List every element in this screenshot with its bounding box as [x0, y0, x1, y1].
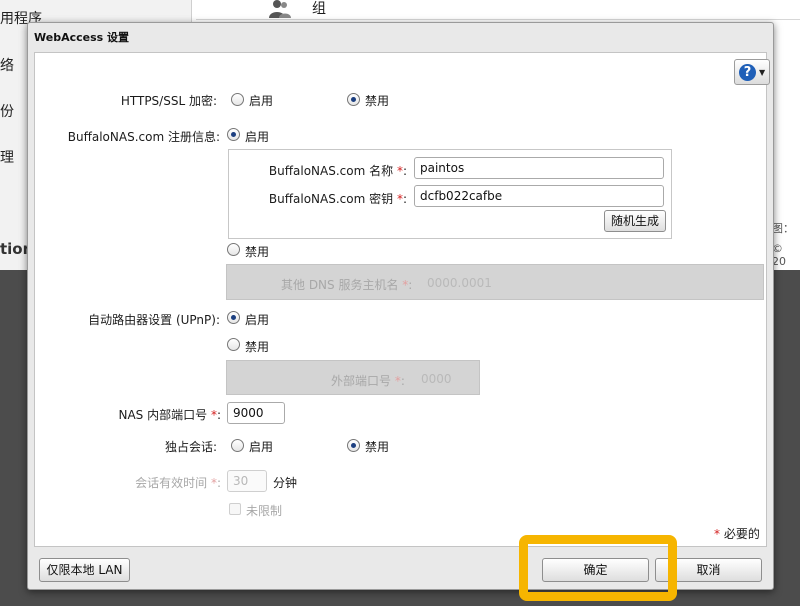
dialog-title: WebAccess 设置 [34, 31, 130, 44]
buffalonas-label: BuffaloNAS.com 注册信息: [67, 130, 220, 144]
chevron-down-icon: ▼ [759, 68, 766, 77]
required-note: * 必要的 [714, 527, 760, 541]
external-port-panel: 外部端口号 *: 0000 [226, 360, 480, 395]
background-group-label: 组 [312, 1, 326, 17]
session-timeout-unit: 分钟 [273, 476, 298, 490]
nas-port-label: NAS 内部端口号 *: [118, 408, 222, 422]
dns-host-input[interactable]: 0000.0001 [427, 276, 492, 290]
session-timeout-input[interactable]: 30 [227, 470, 267, 492]
exclusive-session-enable-radio[interactable] [231, 439, 244, 452]
dns-host-panel: 其他 DNS 服务主机名 *: 0000.0001 [226, 264, 764, 300]
background-right-text: © 20 [772, 242, 786, 268]
random-generate-button[interactable]: 随机生成 [604, 210, 666, 232]
background-sidebar-item: 份 [0, 104, 14, 120]
background-sidebar-item: 理 [0, 150, 14, 166]
https-label: HTTPS/SSL 加密: [120, 94, 217, 108]
buffalonas-settings-panel: BuffaloNAS.com 名称 *: paintos BuffaloNAS.… [228, 149, 672, 239]
exclusive-session-disable-radio[interactable] [347, 439, 360, 452]
session-timeout-label: 会话有效时间 *: [135, 476, 221, 490]
upnp-enable-label: 启用 [245, 313, 270, 327]
help-button[interactable]: ? ▼ [734, 59, 770, 85]
buffalonas-disable-label: 禁用 [245, 245, 270, 259]
cancel-button[interactable]: 取消 [655, 558, 762, 582]
upnp-disable-radio[interactable] [227, 338, 240, 351]
dns-host-label: 其他 DNS 服务主机名 *: [281, 278, 413, 292]
buffalonas-key-label: BuffaloNAS.com 密钥 *: [268, 192, 407, 206]
dialog-body: ? ▼ HTTPS/SSL 加密: 启用 禁用 BuffaloNAS.com 注… [34, 52, 770, 547]
unlimited-label: 未限制 [246, 504, 283, 518]
external-port-input[interactable]: 0000 [421, 372, 452, 386]
exclusive-session-label: 独占会话: [164, 440, 217, 454]
buffalonas-name-input[interactable]: paintos [414, 157, 664, 179]
group-icon [269, 0, 291, 18]
ok-button[interactable]: 确定 [542, 558, 649, 582]
https-disable-radio[interactable] [347, 93, 360, 106]
webaccess-dialog: WebAccess 设置 ? ▼ HTTPS/SSL 加密: 启用 禁用 Buf… [27, 22, 774, 590]
background-right-text: 图： [772, 222, 794, 235]
https-enable-radio[interactable] [231, 93, 244, 106]
exclusive-session-enable-label: 启用 [249, 440, 274, 454]
nas-port-input[interactable]: 9000 [227, 402, 285, 424]
buffalonas-disable-radio[interactable] [227, 243, 240, 256]
buffalonas-enable-label: 启用 [245, 130, 270, 144]
buffalonas-name-label: BuffaloNAS.com 名称 *: [268, 164, 407, 178]
background-sidebar-item: 络 [0, 58, 14, 74]
exclusive-session-disable-label: 禁用 [365, 440, 390, 454]
upnp-disable-label: 禁用 [245, 340, 270, 354]
buffalonas-enable-radio[interactable] [227, 128, 240, 141]
buffalonas-key-input[interactable]: dcfb022cafbe [414, 185, 664, 207]
https-disable-label: 禁用 [365, 94, 390, 108]
local-lan-only-button[interactable]: 仅限本地 LAN [39, 558, 130, 582]
https-enable-label: 启用 [249, 94, 274, 108]
upnp-label: 自动路由器设置 (UPnP): [88, 313, 220, 327]
question-icon: ? [739, 64, 756, 81]
unlimited-checkbox[interactable] [229, 503, 241, 515]
external-port-label: 外部端口号 *: [331, 374, 405, 388]
upnp-enable-radio[interactable] [227, 311, 240, 324]
